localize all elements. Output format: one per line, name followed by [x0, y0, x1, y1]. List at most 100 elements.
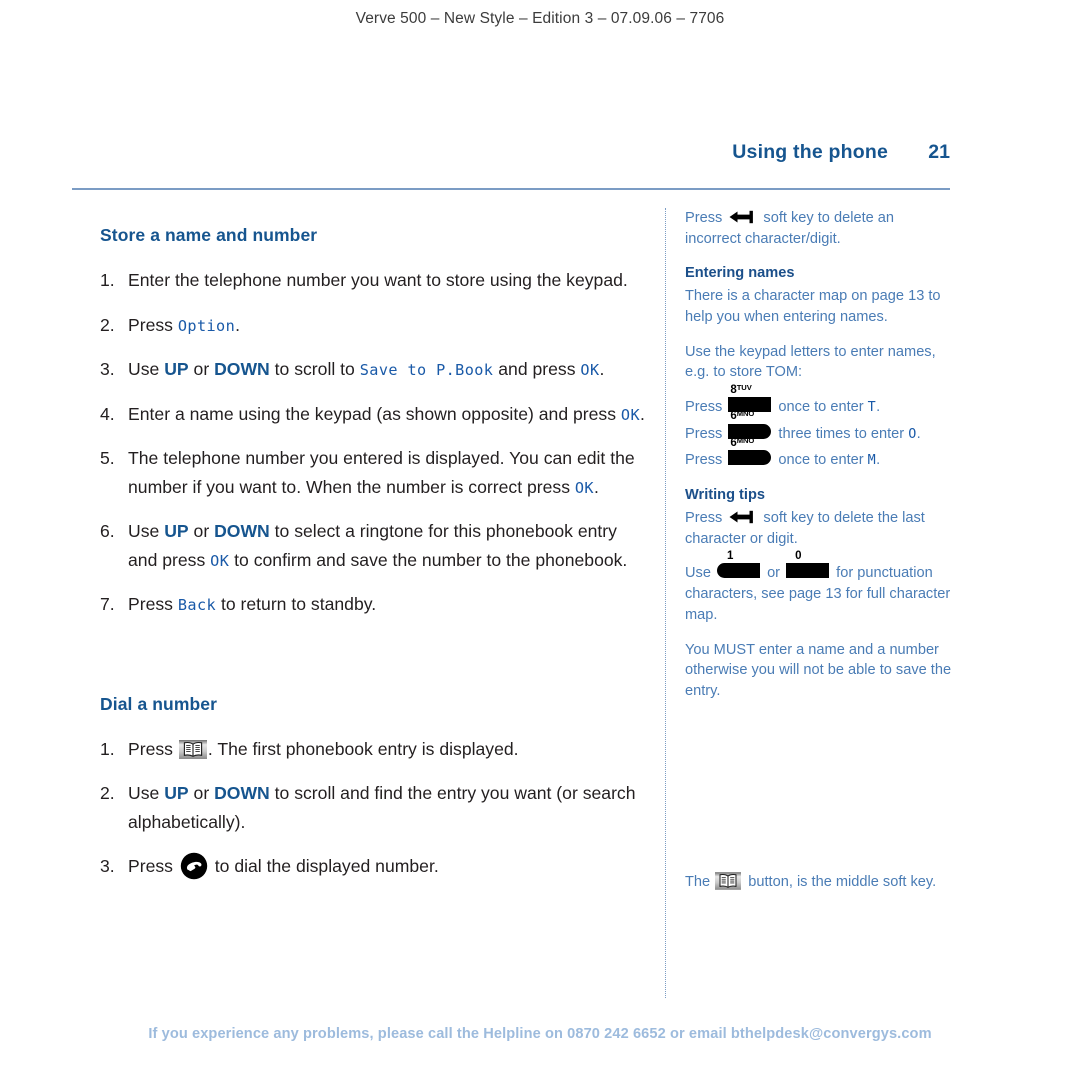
sidebar-text: .	[876, 452, 881, 469]
lcd-label-option: Option	[177, 316, 236, 335]
sidebar-text: or	[763, 565, 785, 582]
phonebook-book-icon	[715, 872, 743, 891]
list-item: 3. Press to dial the displayed number.	[100, 852, 645, 881]
step-text-tail: to dial the displayed number.	[209, 856, 439, 876]
phonebook-book-icon	[178, 739, 207, 759]
step-number: 3.	[100, 359, 115, 379]
sidebar-softkey-note: The button, is the middle soft key.	[685, 872, 965, 893]
sidebar-keypad-intro: Use the keypad letters to enter names, e…	[685, 343, 936, 381]
list-item: 2. Press Option.	[100, 311, 645, 340]
lcd-label-back: Back	[177, 596, 217, 614]
step-number: 5.	[100, 448, 115, 468]
lcd-char-t: T	[867, 400, 877, 416]
step-text: Press	[128, 856, 178, 876]
page-number: 21	[928, 141, 950, 163]
sidebar-punctuation-note: Use 1 or 0 for punctuation characters, s…	[685, 550, 953, 625]
sidebar-delete-note: Press soft key to delete an incorrect ch…	[685, 208, 953, 249]
page-header: Using the phone 21	[72, 141, 950, 164]
step-text: or	[188, 783, 215, 803]
sidebar-text: once to enter	[774, 452, 868, 469]
step-text: to scroll to	[269, 359, 360, 379]
step-text: Press	[128, 738, 178, 759]
phone-handset-icon	[180, 852, 208, 880]
sidebar-text: The	[685, 874, 715, 890]
sidebar-subheading-entering-names: Entering names	[685, 263, 953, 284]
list-item: 5. The telephone number you entered is d…	[100, 444, 645, 501]
sidebar-text: once to enter	[774, 399, 868, 416]
key-label-down: DOWN	[214, 521, 270, 541]
step-text: or	[188, 521, 215, 541]
sidebar-heading-text: Writing tips	[685, 487, 765, 504]
step-text-tail: to return to standby.	[216, 594, 377, 614]
sidebar-subheading-writing-tips: Writing tips	[685, 485, 953, 506]
sidebar-heading-text: Entering names	[685, 265, 795, 282]
sidebar-press-line-m: Press 6MNO once to enter M.	[685, 437, 953, 471]
step-number: 6.	[100, 521, 115, 541]
step-number: 4.	[100, 403, 115, 424]
step-text: or	[188, 359, 215, 379]
steps-list-dial: 1. Press . The first phonebook entry is …	[100, 735, 645, 881]
list-item: 4. Enter a name using the keypad (as sho…	[100, 400, 645, 429]
sidebar-press-line-o: Press 6MNO three times to enter O.	[685, 410, 953, 445]
lcd-label-ok: OK	[210, 551, 230, 570]
keypad-button-8-label: 8TUV	[730, 382, 752, 396]
page-footer: If you experience any problems, please c…	[148, 1026, 932, 1042]
section-title-store: Store a name and number	[100, 225, 318, 245]
key-label-up: UP	[164, 521, 189, 541]
step-text-tail: .	[640, 403, 645, 424]
lcd-label-ok: OK	[620, 405, 641, 424]
list-item: 3. Use UP or DOWN to scroll to Save to P…	[100, 355, 645, 384]
list-item: 1. Press . The first phonebook entry is …	[100, 735, 645, 764]
section-title-dial: Dial a number	[100, 693, 218, 714]
keypad-button-6-label: 6MNO	[730, 409, 755, 423]
sidebar-press-line-t: Press 8TUV once to enter T.	[685, 383, 953, 418]
content-columns: Store a name and number 1. Enter the tel…	[72, 208, 953, 1008]
keypad-button-6[interactable]: 6MNO	[728, 437, 772, 466]
step-text-tail: to confirm and save the number to the ph…	[229, 549, 628, 570]
list-item: 6. Use UP or DOWN to select a ringtone f…	[100, 517, 645, 574]
step-text: The telephone number you entered is disp…	[128, 448, 635, 497]
sidebar-text: .	[916, 425, 921, 442]
step-number: 1.	[100, 738, 115, 759]
step-number: 3.	[100, 856, 115, 876]
lcd-char-m: M	[867, 453, 877, 469]
step-number: 7.	[100, 594, 115, 614]
sidebar-entering-names-body: There is a character map on page 13 to h…	[685, 288, 941, 325]
sidebar-writing-tips-delete: Press soft key to delete the last charac…	[685, 508, 953, 549]
key-label-up: UP	[164, 359, 189, 379]
chapter-title: Using the phone	[732, 141, 888, 163]
key-label-down: DOWN	[214, 359, 270, 379]
sidebar-text: Press	[685, 425, 727, 442]
lcd-label-ok: OK	[574, 478, 594, 497]
step-text-tail: .	[593, 476, 599, 497]
step-text: Use	[128, 359, 165, 379]
backspace-arrow-icon	[729, 210, 756, 224]
sidebar-text: Press	[685, 509, 727, 526]
step-text: Enter the telephone number you want to s…	[128, 270, 628, 290]
step-number: 2.	[100, 783, 115, 803]
key-label-down: DOWN	[214, 783, 270, 803]
steps-list-store: 1. Enter the telephone number you want t…	[100, 266, 645, 619]
step-text: Press	[128, 594, 178, 614]
main-column: Store a name and number 1. Enter the tel…	[100, 208, 645, 897]
lcd-char-o: O	[908, 426, 917, 442]
keypad-button-0[interactable]: 0	[786, 550, 830, 579]
keypad-button-1[interactable]: 1	[717, 550, 761, 579]
key-label-up: UP	[164, 783, 189, 803]
step-number: 1.	[100, 270, 115, 290]
sidebar-text: .	[876, 399, 881, 416]
sidebar-text: Press	[685, 452, 727, 469]
step-text: Use	[128, 783, 165, 803]
step-text: Use	[128, 521, 165, 541]
step-text: Press	[128, 314, 178, 335]
step-number: 2.	[100, 314, 115, 335]
step-text: and press	[493, 359, 581, 379]
sidebar-text: Press	[685, 210, 727, 226]
header-rule	[72, 188, 950, 190]
list-item: 1. Enter the telephone number you want t…	[100, 266, 645, 295]
keypad-button-0-label: 0	[795, 549, 802, 562]
step-text-tail: . The first phonebook entry is displayed…	[207, 738, 519, 759]
column-divider	[665, 208, 667, 998]
backspace-arrow-icon	[729, 510, 756, 524]
sidebar-text: Use	[685, 565, 716, 582]
